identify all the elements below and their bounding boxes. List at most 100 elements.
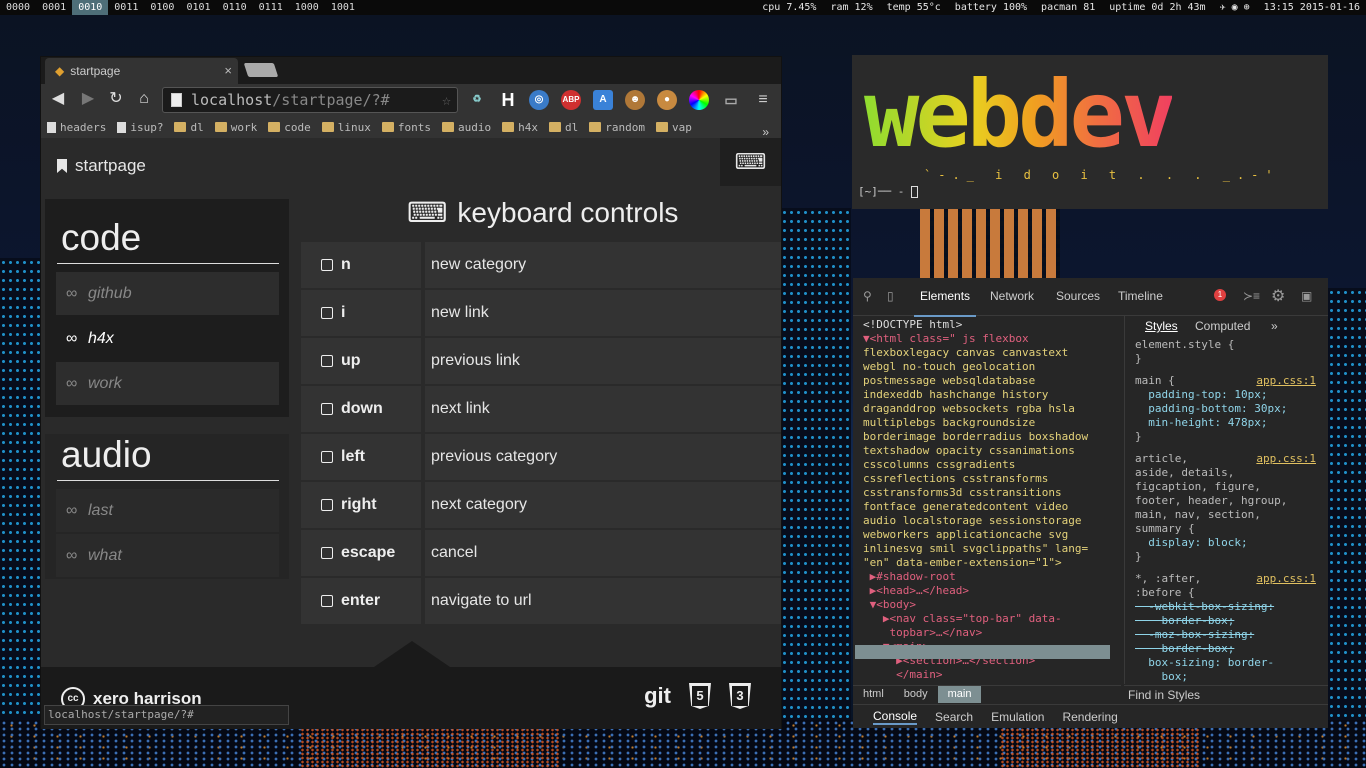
color-picker-icon[interactable] (689, 90, 709, 110)
new-tab-button[interactable] (243, 63, 279, 77)
tab-timeline[interactable]: Timeline (1118, 289, 1163, 303)
cookie-icon[interactable]: ● (657, 90, 677, 110)
cast-icon[interactable]: ▭ (721, 90, 741, 110)
bookmark-work[interactable]: work (214, 121, 257, 134)
bookmark-code[interactable]: code (268, 121, 311, 134)
bookmark-audio[interactable]: audio (441, 121, 491, 134)
crumb-main[interactable]: main (937, 686, 982, 703)
bookmarks-more-icon[interactable]: » (762, 125, 769, 139)
html-line[interactable]: fontface generatedcontent video (863, 500, 1115, 514)
keyboard-button[interactable]: ⌨ (720, 138, 781, 186)
checkbox-icon[interactable] (321, 499, 333, 511)
translate-icon[interactable]: A (593, 90, 613, 110)
tab-startpage[interactable]: ◆ startpage × (45, 58, 238, 84)
html-line[interactable]: ▶<nav class="top-bar" data- (863, 612, 1115, 626)
git-icon[interactable]: git (644, 683, 671, 709)
back-icon[interactable]: ◀ (47, 88, 69, 110)
bookmark-isup?[interactable]: isup? (117, 121, 163, 134)
tab-elements[interactable]: Elements (913, 289, 977, 317)
link-what[interactable]: ∞ what (56, 534, 279, 577)
html-line[interactable]: inlinesvg smil svgclippaths" lang= (863, 542, 1115, 556)
html-line[interactable]: postmessage websqldatabase (863, 374, 1115, 388)
terminal-window[interactable]: webdev `-._ i d o i t . . . _.-' [~]── - (852, 55, 1328, 209)
crumb-body[interactable]: body (894, 686, 938, 703)
mascot-icon[interactable]: ☻ (625, 90, 645, 110)
find-in-styles[interactable]: Find in Styles (1124, 685, 1328, 703)
device-icon[interactable]: ▯ (887, 289, 894, 303)
checkbox-icon[interactable] (321, 451, 333, 463)
recycle-icon[interactable]: ♻ (467, 90, 487, 110)
tab-computed[interactable]: Computed (1195, 319, 1250, 333)
css3-icon[interactable]: 3 (729, 683, 751, 709)
tab-sources[interactable]: Sources (1056, 289, 1100, 303)
workspace-1001[interactable]: 1001 (325, 0, 361, 15)
html-line[interactable]: ▼<body> (863, 598, 1115, 612)
checkbox-icon[interactable] (321, 307, 333, 319)
style-source-link[interactable]: app.css:1 (1256, 452, 1316, 466)
link-work[interactable]: ∞ work (56, 362, 279, 405)
console-toggle-icon[interactable]: ≻≡ (1243, 289, 1260, 303)
style-source-link[interactable]: app.css:1 (1256, 374, 1316, 388)
dock-icon[interactable]: ▣ (1301, 289, 1312, 303)
html-line[interactable]: multiplebgs backgroundsize (863, 416, 1115, 430)
reload-icon[interactable]: ↻ (105, 88, 127, 110)
tab-more[interactable]: » (1271, 319, 1278, 333)
link-github[interactable]: ∞ github (56, 272, 279, 315)
workspace-0100[interactable]: 0100 (144, 0, 180, 15)
home-icon[interactable]: ⌂ (133, 88, 155, 110)
bookmark-random[interactable]: random (589, 121, 645, 134)
forward-icon[interactable]: ▶ (77, 88, 99, 110)
tray-icons[interactable]: ✈ ◉ ⊕ (1220, 0, 1250, 15)
html-line[interactable]: cssreflections csstransforms (863, 472, 1115, 486)
inspect-icon[interactable]: ⚲ (863, 289, 872, 303)
workspace-0000[interactable]: 0000 (0, 0, 36, 15)
html-line[interactable]: webgl no-touch geolocation (863, 360, 1115, 374)
bookmark-headers[interactable]: headers (47, 121, 106, 134)
bookmark-dl[interactable]: dl (548, 121, 578, 134)
checkbox-icon[interactable] (321, 259, 333, 271)
html-line[interactable]: draganddrop websockets rgba hsla (863, 402, 1115, 416)
adblock-icon[interactable]: ABP (561, 90, 581, 110)
close-tab-icon[interactable]: × (224, 63, 232, 78)
link-last[interactable]: ∞ last (56, 489, 279, 532)
html-line[interactable]: "en" data-ember-extension="1"> (863, 556, 1115, 570)
html-line[interactable]: csscolumns cssgradients (863, 458, 1115, 472)
checkbox-icon[interactable] (321, 547, 333, 559)
workspace-0010[interactable]: 0010 (72, 0, 109, 15)
html-line[interactable]: textshadow opacity cssanimations (863, 444, 1115, 458)
error-count-badge[interactable]: 1 (1214, 289, 1226, 301)
checkbox-icon[interactable] (321, 355, 333, 367)
html-line[interactable]: topbar>…</nav> (863, 626, 1115, 640)
url-bar[interactable]: localhost/startpage/?# ☆ (162, 87, 458, 113)
html-line[interactable]: ▶#shadow-root (863, 570, 1115, 584)
workspace-1000[interactable]: 1000 (289, 0, 325, 15)
html-line[interactable]: indexeddb hashchange history (863, 388, 1115, 402)
html-line[interactable]: </main> (863, 668, 1115, 682)
workspace-0101[interactable]: 0101 (180, 0, 216, 15)
menu-icon[interactable]: ≡ (753, 90, 773, 110)
html-line[interactable]: audio localstorage sessionstorage (863, 514, 1115, 528)
bookmark-fonts[interactable]: fonts (381, 121, 431, 134)
html-line[interactable]: ▼<html class=" js flexbox (863, 332, 1115, 346)
elements-tree[interactable]: <!DOCTYPE html> ▼<html class=" js flexbox… (853, 316, 1115, 684)
html-line[interactable]: webworkers applicationcache svg (863, 528, 1115, 542)
bookmark-star-icon[interactable]: ☆ (442, 88, 451, 112)
html-line[interactable]: borderimage borderradius boxshadow (863, 430, 1115, 444)
category-title[interactable]: code (61, 217, 141, 259)
tab-network[interactable]: Network (990, 289, 1034, 303)
html-line[interactable]: csstransforms3d csstransitions (863, 486, 1115, 500)
checkbox-icon[interactable] (321, 403, 333, 415)
workspace-0011[interactable]: 0011 (108, 0, 144, 15)
category-title[interactable]: audio (61, 434, 152, 476)
workspace-0110[interactable]: 0110 (217, 0, 253, 15)
h-icon[interactable]: H (498, 90, 518, 110)
bookmark-h4x[interactable]: h4x (502, 121, 538, 134)
link-h4x[interactable]: ∞ h4x (56, 317, 279, 360)
html-line[interactable]: flexboxlegacy canvas canvastext (863, 346, 1115, 360)
drawer-tab-search[interactable]: Search (935, 710, 973, 724)
drawer-tab-console[interactable]: Console (873, 709, 918, 725)
html-line[interactable]: ▶<head>…</head> (863, 584, 1115, 598)
bookmark-dl[interactable]: dl (174, 121, 204, 134)
tab-styles[interactable]: Styles (1145, 319, 1178, 333)
checkbox-icon[interactable] (321, 595, 333, 607)
